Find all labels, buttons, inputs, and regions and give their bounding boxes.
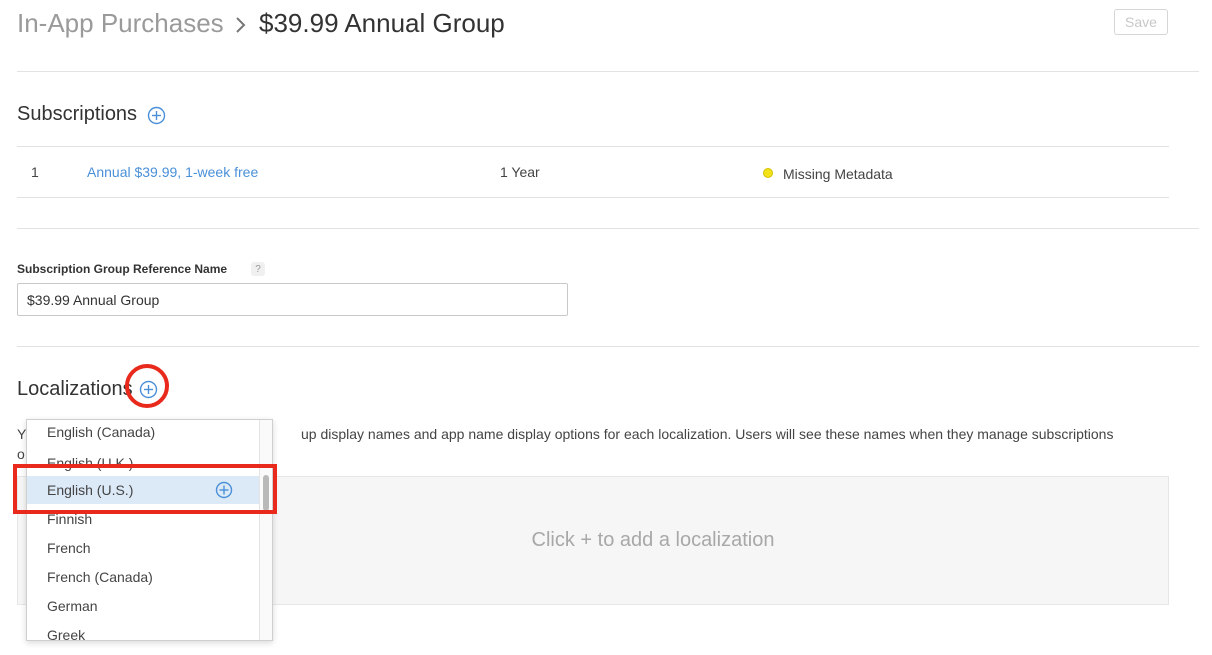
annotation-highlight-box xyxy=(13,464,277,514)
localizations-title: Localizations xyxy=(17,378,133,400)
dropdown-item-label: German xyxy=(47,598,98,614)
empty-prompt: Click + to add a localization xyxy=(531,529,775,551)
dropdown-scrollbar[interactable] xyxy=(259,420,272,640)
dropdown-item[interactable]: Greek xyxy=(27,621,259,641)
dropdown-item-label: French (Canada) xyxy=(47,569,153,585)
dropdown-item-label: French xyxy=(47,540,91,556)
divider xyxy=(17,71,1199,72)
breadcrumb-parent[interactable]: In-App Purchases xyxy=(17,8,224,39)
page-title: $39.99 Annual Group xyxy=(259,8,505,38)
reference-name-input[interactable] xyxy=(17,283,568,316)
table-top-border xyxy=(17,146,1169,147)
help-icon[interactable]: ? xyxy=(251,262,265,276)
dropdown-item-label: English (Canada) xyxy=(47,424,156,440)
subscription-name-link[interactable]: Annual $39.99, 1-week free xyxy=(87,164,258,180)
divider xyxy=(17,228,1199,229)
localization-dropdown[interactable]: English (Canada) English (U.K.) English … xyxy=(26,419,273,641)
chevron-right-icon xyxy=(234,10,248,43)
dropdown-item[interactable]: French xyxy=(27,534,259,562)
add-subscription-plus-icon[interactable] xyxy=(147,106,166,130)
subscriptions-title: Subscriptions xyxy=(17,103,138,125)
divider xyxy=(17,346,1199,347)
table-bottom-border xyxy=(17,197,1169,198)
status-dot-icon xyxy=(763,168,773,178)
subscription-rank: 1 xyxy=(31,164,39,180)
subscription-duration: 1 Year xyxy=(500,164,540,180)
description-line2-start: o xyxy=(17,446,25,462)
reference-name-label: Subscription Group Reference Name xyxy=(17,262,228,276)
dropdown-item[interactable]: French (Canada) xyxy=(27,563,259,591)
save-button[interactable]: Save xyxy=(1114,9,1168,35)
dropdown-item[interactable]: English (Canada) xyxy=(27,420,259,446)
description-end: up display names and app name display op… xyxy=(301,426,1114,442)
dropdown-item[interactable]: German xyxy=(27,592,259,620)
description-start: Y xyxy=(17,426,27,442)
status-badge: Missing Metadata xyxy=(783,166,893,182)
annotation-circle xyxy=(125,364,169,408)
dropdown-item-label: Greek xyxy=(47,627,86,641)
